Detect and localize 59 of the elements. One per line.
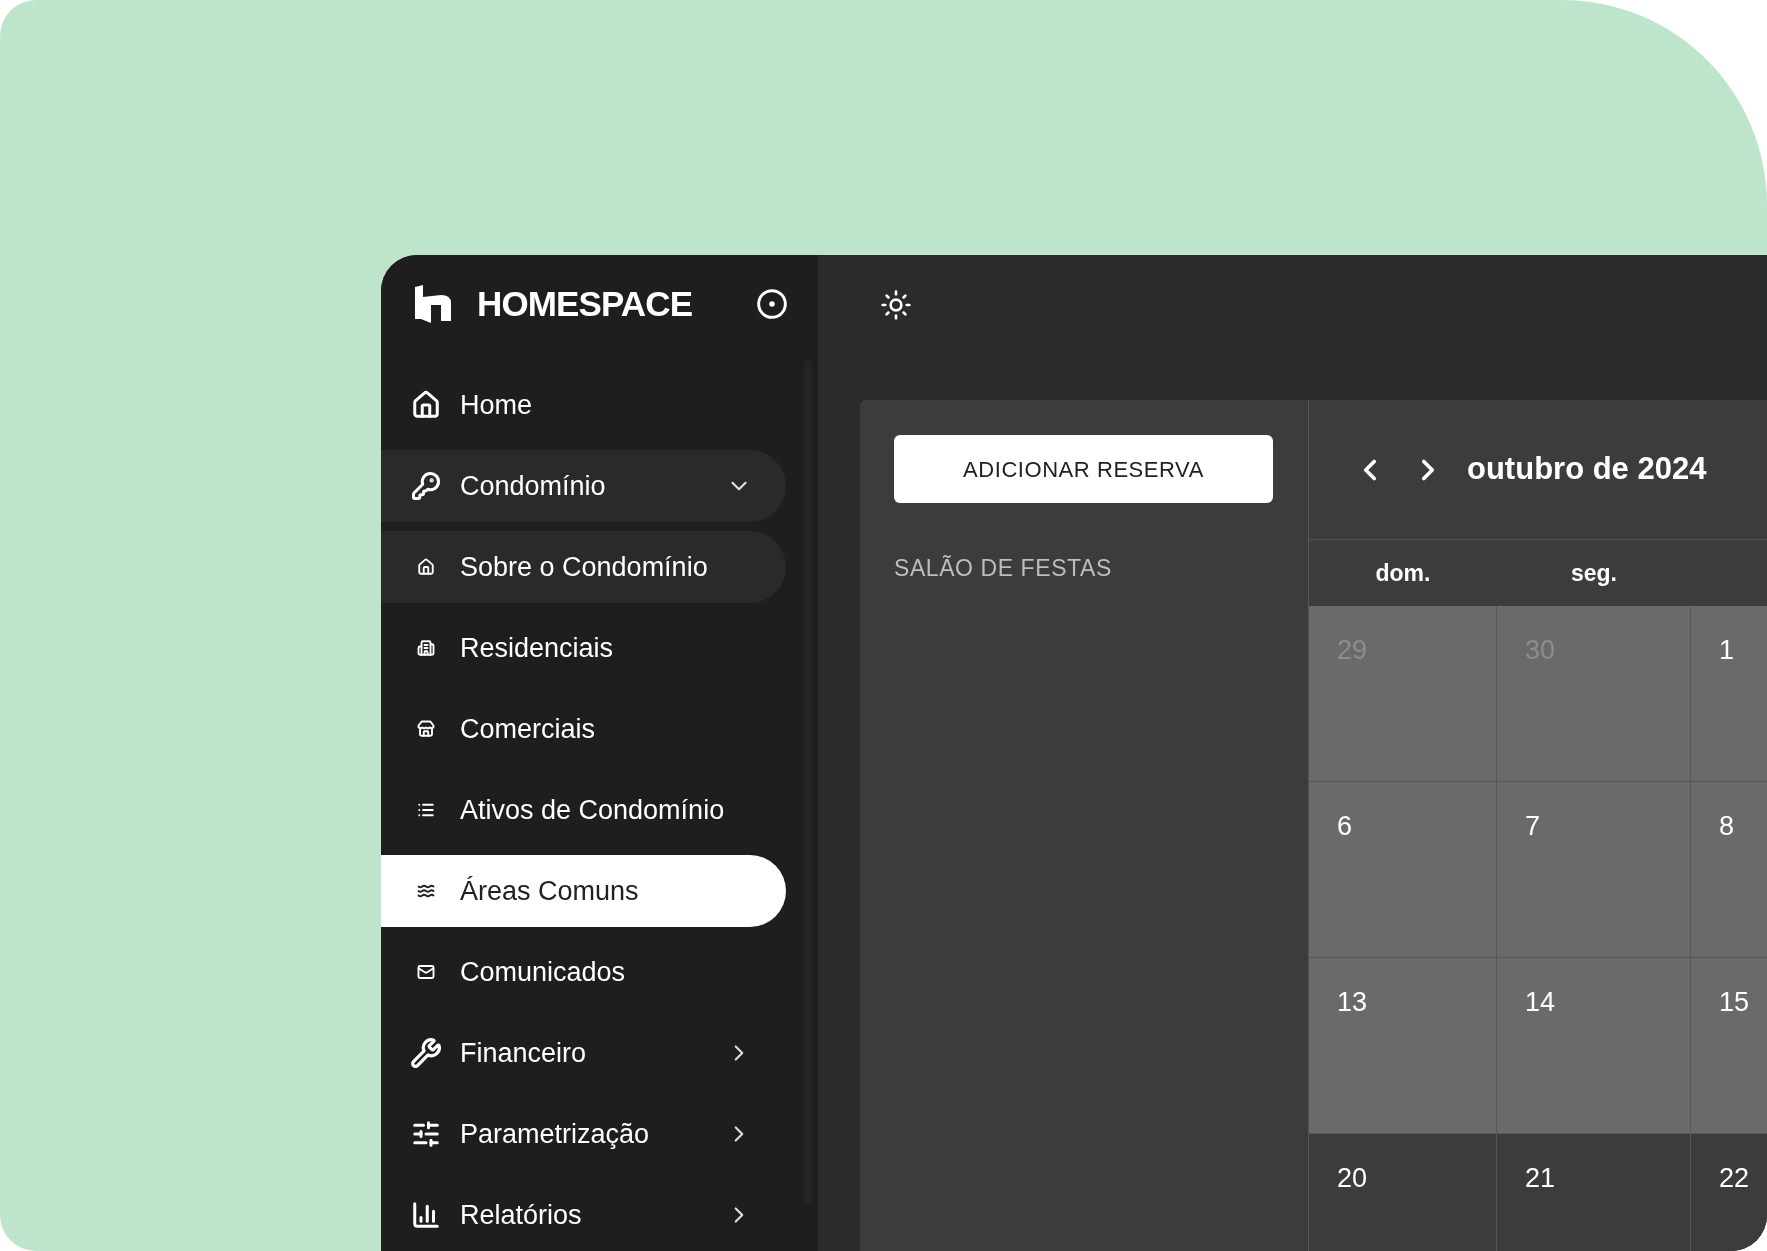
sidebar-label: Parametrização: [460, 1117, 651, 1151]
day-cell[interactable]: 6: [1309, 782, 1497, 958]
weekday-label: dom.: [1375, 558, 1431, 588]
sidebar-label: Comunicados: [460, 955, 627, 989]
sidebar-item[interactable]: Residenciais: [381, 612, 786, 684]
day-cell[interactable]: 14: [1497, 958, 1691, 1134]
store-icon: [417, 720, 435, 738]
day-cell[interactable]: 1: [1691, 606, 1767, 782]
day-number: 15: [1719, 987, 1750, 1017]
sidebar-label: Residenciais: [460, 631, 615, 665]
logo-icon: [413, 285, 453, 323]
brand-name: HOMESPACE: [477, 282, 694, 325]
mail-icon: [417, 963, 435, 981]
sidebar-label: Relatórios: [460, 1198, 583, 1232]
day-cell[interactable]: 15: [1691, 958, 1767, 1134]
sidebar-item[interactable]: Financeiro: [381, 1017, 786, 1089]
target-icon[interactable]: [756, 288, 788, 320]
day-number: 14: [1525, 987, 1556, 1017]
sidebar-item[interactable]: Sobre o Condomínio: [381, 531, 786, 603]
day-number: 21: [1525, 1163, 1556, 1193]
day-cell[interactable]: 7: [1497, 782, 1691, 958]
sidebar-item[interactable]: Ativos de Condomínio: [381, 774, 786, 846]
sidebar-label: Sobre o Condomínio: [460, 550, 709, 584]
sidebar-item[interactable]: Condomínio: [381, 450, 786, 522]
sidebar-label: Condomínio: [460, 469, 607, 503]
day-number: 13: [1337, 987, 1368, 1017]
house-icon: [417, 558, 435, 576]
sidebar-item[interactable]: Comunicados: [381, 936, 786, 1008]
area-label[interactable]: SALÃO DE FESTAS: [894, 551, 1308, 586]
day-cell[interactable]: 8: [1691, 782, 1767, 958]
bar-chart-icon: [411, 1200, 441, 1230]
sidebar-item[interactable]: Relatórios: [381, 1179, 786, 1251]
day-number: 22: [1719, 1163, 1750, 1193]
sidebar-label: Financeiro: [460, 1036, 588, 1070]
month-title: outubro de 2024: [1467, 450, 1707, 489]
list-icon: [417, 801, 435, 819]
add-reservation-button[interactable]: ADICIONAR RESERVA: [894, 435, 1273, 503]
wrench-icon: [410, 1037, 442, 1069]
sun-icon[interactable]: [880, 289, 912, 321]
sidebar-label: Home: [460, 388, 534, 422]
weekday-label: seg.: [1571, 558, 1617, 588]
sidebar-item[interactable]: Comerciais: [381, 693, 786, 765]
building-icon: [417, 639, 435, 657]
day-number: 6: [1337, 811, 1353, 841]
sidebar-label: Comerciais: [460, 712, 597, 746]
sliders-icon: [411, 1119, 441, 1149]
waves-icon: [417, 882, 435, 900]
house-icon: [411, 390, 441, 420]
key-icon: [411, 471, 441, 501]
day-cell[interactable]: 13: [1309, 958, 1497, 1134]
sidebar-label: Ativos de Condomínio: [460, 793, 726, 827]
day-number: 8: [1719, 811, 1735, 841]
day-number: 20: [1337, 1163, 1368, 1193]
sidebar-item[interactable]: Áreas Comuns: [381, 855, 786, 927]
day-number: 1: [1719, 635, 1735, 665]
sidebar-label: Áreas Comuns: [460, 874, 640, 908]
sidebar-item[interactable]: Parametrização: [381, 1098, 786, 1170]
day-number: 7: [1525, 811, 1541, 841]
sidebar-item[interactable]: Home: [381, 369, 786, 441]
